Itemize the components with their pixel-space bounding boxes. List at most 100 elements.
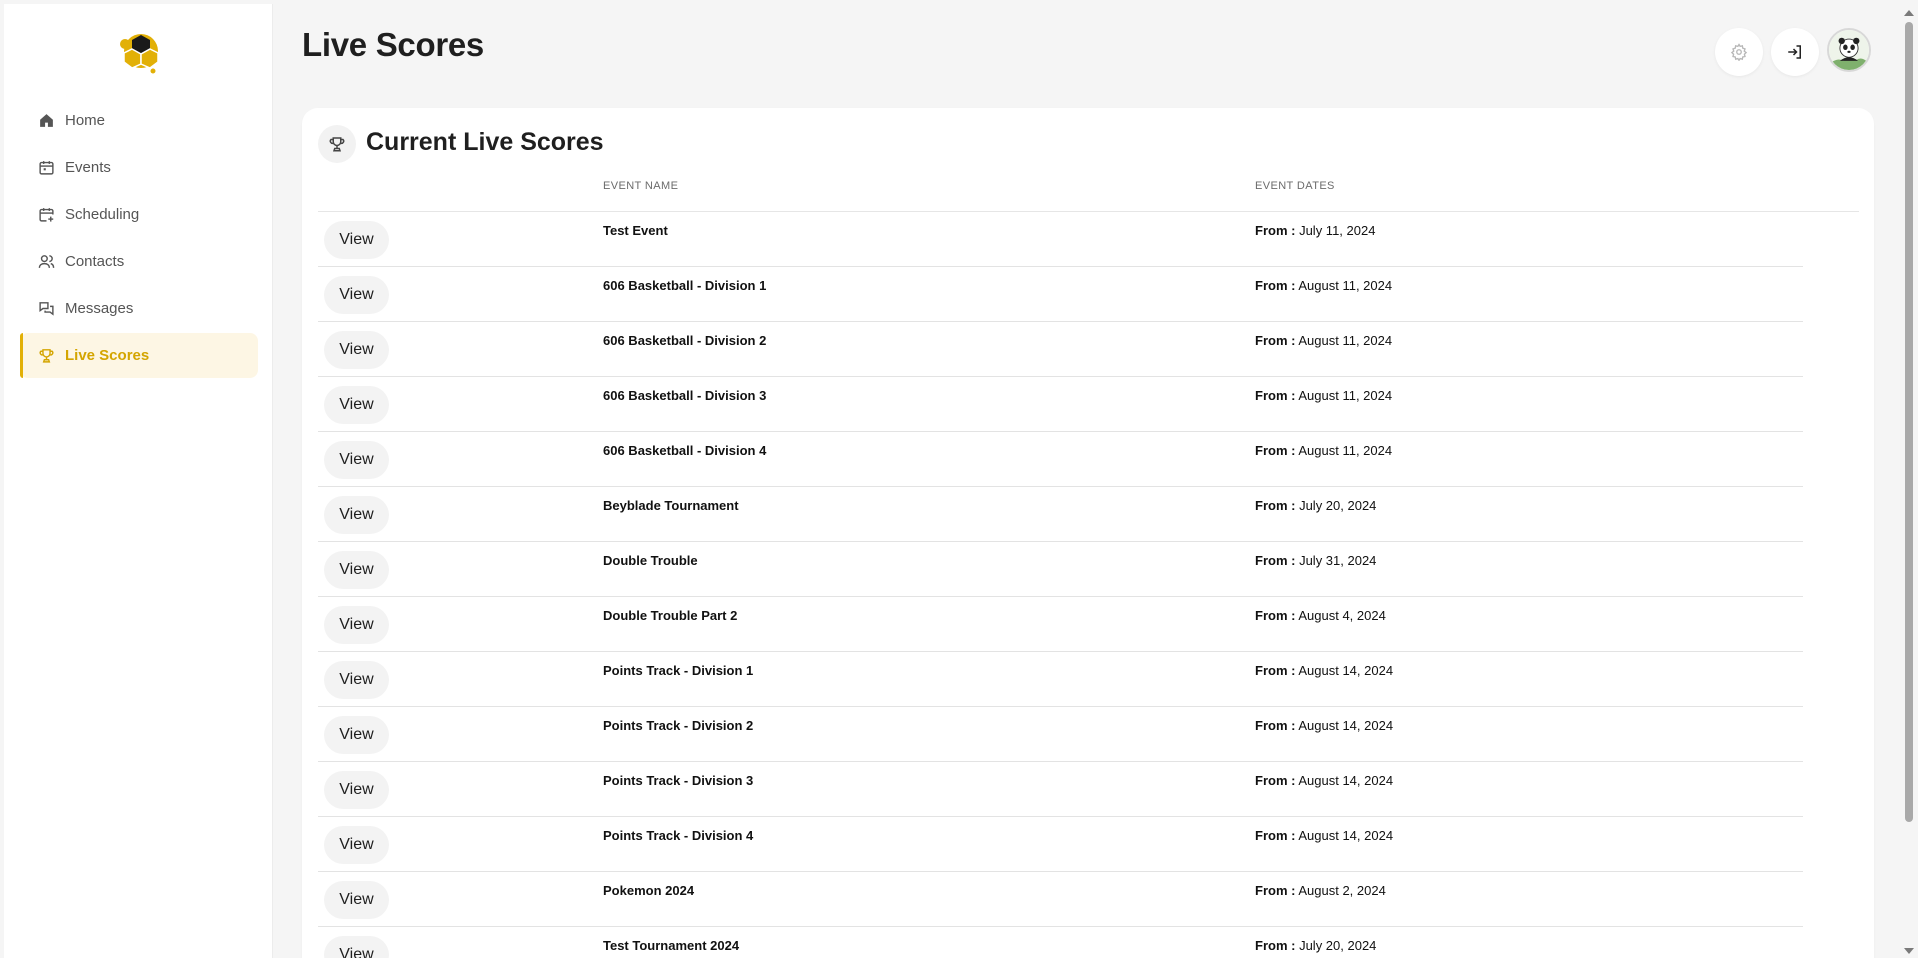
view-button[interactable]: View [324,716,389,754]
from-label: From : [1255,443,1296,458]
event-date: From : August 14, 2024 [1255,773,1393,788]
table-row: View Points Track - Division 1 From : Augu… [318,652,1803,707]
sidebar-item-label: Contacts [65,253,125,270]
sidebar-nav: Home Events Scheduling Contacts Messages… [20,98,258,380]
from-label: From : [1255,718,1296,733]
page-scrollbar[interactable] [1900,4,1918,958]
event-date: From : August 4, 2024 [1255,608,1386,623]
event-date: From : July 11, 2024 [1255,223,1375,238]
table-row: View 606 Basketball - Division 2 From : Au… [318,322,1803,377]
sidebar-item-events[interactable]: Events [20,145,258,190]
event-date-value: August 11, 2024 [1298,388,1393,403]
table-row: View Test Event From : July 11, 2024 [318,212,1803,267]
calendar-icon [39,161,54,175]
from-label: From : [1255,938,1296,953]
event-date-value: July 20, 2024 [1299,498,1377,513]
home-icon [40,114,53,127]
event-date: From : August 11, 2024 [1255,333,1392,348]
card-icon [318,125,356,163]
table-row: View Points Track - Division 4 From : Augu… [318,817,1803,872]
sidebar-item-label: Messages [65,300,134,317]
event-date-value: July 31, 2024 [1299,553,1377,568]
view-button[interactable]: View [324,881,389,919]
event-name: Double Trouble [603,553,698,568]
settings-button[interactable] [1715,28,1763,76]
table-row: View Test Tournament 2024 From : July 20, … [318,927,1803,958]
view-button[interactable]: View [324,771,389,809]
event-date: From : July 20, 2024 [1255,938,1376,953]
from-label: From : [1255,663,1296,678]
page-title: Live Scores [302,26,484,63]
event-name: Pokemon 2024 [603,883,695,898]
view-button[interactable]: View [324,386,389,424]
column-header-event-dates: EVENT DATES [1255,180,1335,192]
column-header-event-name: EVENT NAME [603,180,679,192]
event-date-value: August 11, 2024 [1298,333,1393,348]
view-button[interactable]: View [324,551,389,589]
sidebar-item-messages[interactable]: Messages [20,286,258,331]
event-date-value: August 2, 2024 [1298,883,1386,898]
gear-icon [1730,43,1748,61]
event-name: Points Track - Division 3 [603,773,754,788]
event-date-value: August 14, 2024 [1298,828,1394,843]
sidebar-item-contacts[interactable]: Contacts [20,239,258,284]
users-icon [38,255,55,268]
sidebar-item-scheduling[interactable]: Scheduling [20,192,258,237]
table-row: View 606 Basketball - Division 4 From : Au… [318,432,1803,487]
table-row: View 606 Basketball - Division 3 From : Au… [318,377,1803,432]
view-button[interactable]: View [324,661,389,699]
from-label: From : [1255,498,1296,513]
scroll-up-arrow[interactable] [1904,10,1914,16]
event-name: Points Track - Division 2 [603,718,754,733]
view-button[interactable]: View [324,331,389,369]
table-row: View Points Track - Division 3 From : Augu… [318,762,1803,817]
from-label: From : [1255,828,1296,843]
event-name: Beyblade Tournament [603,498,739,513]
view-button[interactable]: View [324,221,389,259]
event-name: 606 Basketball - Division 1 [603,278,767,293]
events-table: View Test Event From : July 11, 2024 View 60… [318,212,1803,958]
from-label: From : [1255,223,1296,238]
event-name: 606 Basketball - Division 4 [603,443,767,458]
view-button[interactable]: View [324,496,389,534]
sidebar-item-live-scores[interactable]: Live Scores [20,333,258,378]
event-date-value: August 11, 2024 [1298,443,1393,458]
sidebar: Home Events Scheduling Contacts Messages… [4,4,273,958]
view-button[interactable]: View [324,441,389,479]
from-label: From : [1255,883,1296,898]
table-row: View Beyblade Tournament From : July 20, 2… [318,487,1803,542]
view-button[interactable]: View [324,276,389,314]
sidebar-item-label: Events [65,159,111,176]
live-scores-card: Current Live Scores EVENT NAME EVENT DAT… [302,108,1874,958]
event-date-value: August 14, 2024 [1298,773,1394,788]
user-avatar[interactable] [1827,28,1871,72]
view-button[interactable]: View [324,826,389,864]
from-label: From : [1255,333,1296,348]
app-logo[interactable] [117,28,165,74]
card-title: Current Live Scores [366,128,604,156]
view-button[interactable]: View [324,936,389,958]
panda-avatar-icon [1829,30,1869,70]
event-date: From : August 14, 2024 [1255,718,1393,733]
event-date-value: July 11, 2024 [1299,223,1376,238]
messages-icon [39,302,54,316]
event-date-value: August 14, 2024 [1298,663,1394,678]
from-label: From : [1255,773,1296,788]
event-date: From : August 2, 2024 [1255,883,1386,898]
event-name: Points Track - Division 1 [603,663,754,678]
event-date: From : August 11, 2024 [1255,278,1392,293]
from-label: From : [1255,278,1296,293]
scroll-thumb[interactable] [1905,22,1913,822]
event-name: Test Tournament 2024 [603,938,740,953]
event-name: 606 Basketball - Division 3 [603,388,767,403]
from-label: From : [1255,388,1296,403]
event-date: From : July 20, 2024 [1255,498,1376,513]
view-button[interactable]: View [324,606,389,644]
table-row: View 606 Basketball - Division 1 From : Au… [318,267,1803,322]
sidebar-item-home[interactable]: Home [20,98,258,143]
sign-in-button[interactable] [1771,28,1819,76]
event-date: From : August 14, 2024 [1255,663,1393,678]
event-name: Points Track - Division 4 [603,828,754,843]
scroll-down-arrow[interactable] [1904,948,1914,954]
event-date-value: August 14, 2024 [1298,718,1394,733]
